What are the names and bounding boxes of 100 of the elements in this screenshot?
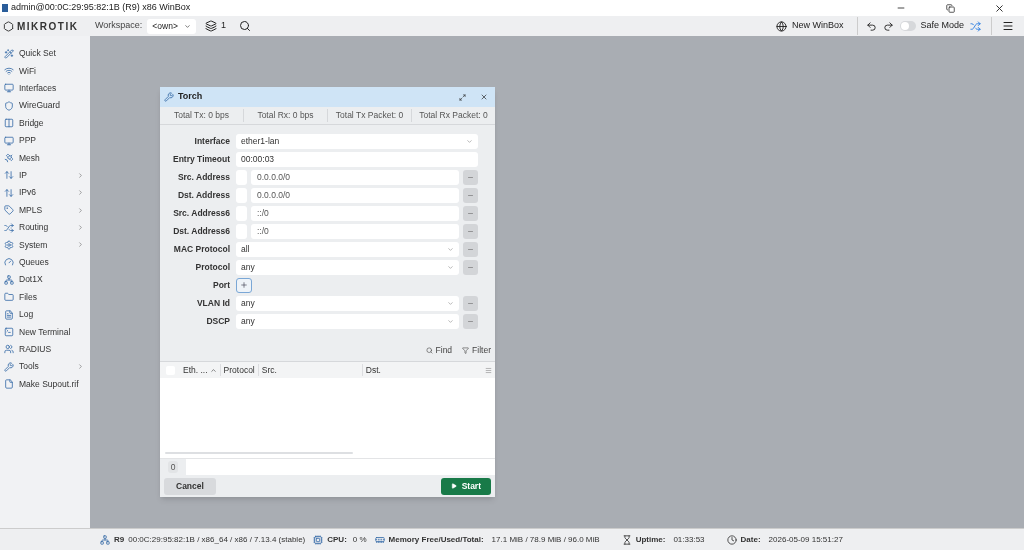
sidebar-item[interactable]: Log — [0, 305, 90, 324]
filter-button[interactable]: Filter — [462, 343, 491, 357]
stat-text: Total Tx Packet: 0 — [327, 109, 411, 122]
sidebar-item[interactable]: Make Supout.rif — [0, 375, 90, 393]
sidebar-item[interactable]: MPLS — [0, 201, 90, 219]
dropdown-field[interactable]: any — [236, 295, 459, 311]
field-label: Dst. Address — [176, 188, 231, 202]
sidebar-item[interactable]: Routing — [0, 218, 90, 237]
remove-button[interactable] — [463, 241, 478, 257]
search-icon[interactable] — [238, 20, 251, 32]
sidebar-item[interactable]: IP — [0, 166, 90, 185]
arrows-icon[interactable] — [970, 20, 981, 32]
input-field[interactable]: ::/0 — [251, 223, 459, 239]
remove-button[interactable] — [463, 169, 478, 185]
field-label: Protocol — [194, 260, 231, 274]
column-menu-icon[interactable] — [485, 366, 492, 374]
columns-icon — [4, 118, 14, 129]
chevron-right-icon — [77, 206, 84, 214]
sidebar-item[interactable]: Queues — [0, 253, 90, 272]
windows-button[interactable]: 1 — [204, 19, 226, 33]
sidebar-item[interactable]: WireGuard — [0, 97, 90, 115]
sidebar-item[interactable]: WiFi — [0, 62, 90, 80]
arrows-icon — [4, 187, 14, 198]
sidebar-item[interactable]: Dot1X — [0, 271, 90, 289]
input-field[interactable]: 0.0.0.0/0 — [251, 169, 459, 185]
cpu-label: CPU: — [327, 533, 347, 546]
sidebar-item[interactable]: Tools — [0, 358, 90, 376]
safe-mode-switch[interactable] — [900, 21, 917, 31]
find-button[interactable]: Find — [425, 343, 453, 357]
input-field[interactable]: 00:00:03 — [236, 151, 478, 167]
expand-icon[interactable] — [459, 93, 466, 101]
network-icon — [100, 534, 110, 545]
app-icon — [2, 4, 8, 12]
settings-icon — [4, 240, 14, 250]
column-header[interactable]: Dst. — [361, 363, 485, 377]
cancel-button[interactable]: Cancel — [164, 477, 216, 495]
arrows-icon — [4, 170, 14, 181]
folder-icon — [4, 292, 14, 303]
dropdown-field[interactable]: any — [236, 259, 459, 275]
dropdown-field[interactable]: ether1-lan — [236, 133, 478, 149]
undo-icon[interactable] — [866, 20, 878, 32]
shuffle-icon — [4, 222, 14, 233]
memory-icon — [374, 534, 385, 545]
sidebar-item[interactable]: Mesh — [0, 149, 90, 167]
chevron-right-icon — [77, 241, 84, 249]
start-button[interactable]: Start — [440, 477, 491, 495]
row-count: 0 — [167, 460, 179, 474]
satellite-icon — [4, 153, 14, 164]
redo-icon[interactable] — [883, 20, 895, 32]
sidebar-item[interactable]: Quick Set — [0, 45, 90, 63]
remove-button[interactable] — [463, 187, 478, 203]
workspace-dropdown[interactable]: <own> — [147, 18, 196, 34]
play-icon — [450, 483, 457, 489]
column-header[interactable]: Protocol — [219, 363, 258, 377]
chevron-down-icon — [447, 299, 454, 307]
stat-text: Total Tx: 0 bps — [172, 109, 231, 122]
add-button[interactable] — [236, 277, 252, 293]
hourglass-icon — [621, 534, 632, 545]
sidebar-item[interactable]: PPP — [0, 131, 90, 150]
column-header[interactable]: Src. — [257, 363, 362, 377]
remove-button[interactable] — [463, 259, 478, 275]
sidebar-item[interactable]: New Terminal — [0, 323, 90, 341]
remove-button[interactable] — [463, 205, 478, 221]
input-field[interactable]: ::/0 — [251, 205, 459, 221]
field-label: Port — [212, 278, 231, 292]
close-icon[interactable] — [480, 93, 488, 101]
file-icon — [4, 379, 14, 390]
sidebar-item[interactable]: System — [0, 236, 90, 254]
chevron-down-icon — [183, 22, 191, 30]
new-winbox-button[interactable]: New WinBox — [775, 19, 844, 33]
sidebar-item[interactable]: Bridge — [0, 114, 90, 132]
horizontal-scrollbar[interactable] — [165, 452, 353, 454]
remove-button[interactable] — [463, 223, 478, 239]
tag-icon — [4, 205, 14, 216]
menu-icon[interactable] — [1002, 20, 1014, 32]
wand-icon — [4, 48, 14, 59]
chevron-right-icon — [77, 189, 84, 197]
window-title: Torch — [178, 90, 204, 104]
field-label: VLAN Id — [195, 296, 231, 310]
sidebar-item[interactable]: IPv6 — [0, 184, 90, 202]
input-field[interactable]: 0.0.0.0/0 — [251, 187, 459, 203]
shield-icon — [4, 100, 14, 111]
dropdown-field[interactable]: all — [236, 241, 459, 257]
column-header[interactable]: Eth. ... — [180, 363, 220, 377]
sidebar-item[interactable]: Files — [0, 288, 90, 306]
remove-button[interactable] — [463, 313, 478, 329]
field-label: Interface — [193, 134, 231, 148]
wifi-icon — [4, 66, 14, 77]
device-name: R9 — [114, 533, 125, 546]
device-info: 00:0C:29:95:82:1B / x86_64 / x86 / 7.13.4 (stable) — [128, 533, 306, 546]
clock-icon — [726, 534, 737, 545]
field-label: MAC Protocol — [172, 242, 231, 256]
dropdown-field[interactable]: any — [236, 313, 459, 329]
field-label: Entry Timeout — [172, 152, 231, 166]
remove-button[interactable] — [463, 295, 478, 311]
windows-icon — [204, 20, 217, 32]
sidebar-item[interactable]: Interfaces — [0, 79, 90, 98]
logo-icon — [3, 20, 14, 32]
chevron-down-icon — [466, 137, 473, 145]
sidebar-item[interactable]: RADIUS — [0, 340, 90, 359]
